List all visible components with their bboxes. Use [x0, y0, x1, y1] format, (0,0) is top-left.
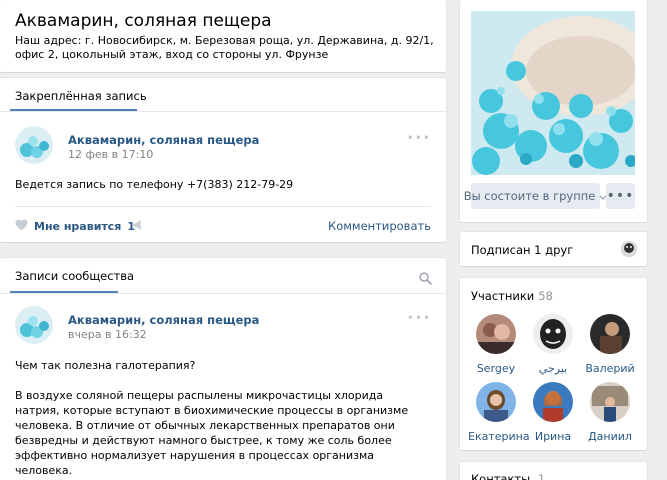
- group-photo-card: Вы состоите в группе •••: [460, 0, 647, 222]
- member-name[interactable]: Ирина: [525, 430, 581, 443]
- post-menu-icon[interactable]: •••: [407, 131, 431, 145]
- member-name[interactable]: Даниил: [582, 430, 638, 443]
- contacts-card[interactable]: Контакты 1: [460, 462, 647, 480]
- tab-pinned-post[interactable]: Закреплённая запись: [15, 89, 147, 103]
- search-icon[interactable]: [419, 272, 432, 288]
- post-paragraph: В воздухе соляной пещеры распылены микро…: [15, 389, 409, 477]
- member-photo[interactable]: [590, 314, 630, 354]
- member-item[interactable]: Ирина: [525, 382, 581, 443]
- contacts-title: Контакты 1: [471, 472, 545, 480]
- like-label: Мне нравится: [34, 220, 122, 233]
- post-text: Ведется запись по телефону +7(383) 212-7…: [15, 178, 294, 191]
- membership-button-label: Вы состоите в группе: [463, 189, 596, 203]
- friends-subscribed-label: Подписан 1 друг: [471, 243, 574, 257]
- contacts-count: 1: [537, 472, 546, 480]
- pinned-post-card: Закреплённая запись Аквамарин, соляная п…: [0, 78, 446, 242]
- member-photo[interactable]: [590, 382, 630, 422]
- members-count: 58: [538, 289, 553, 303]
- member-photo[interactable]: [476, 382, 516, 422]
- share-icon[interactable]: [131, 219, 144, 234]
- group-title: Аквамарин, соляная пещера: [15, 11, 272, 31]
- divider: [0, 111, 446, 112]
- member-name[interactable]: Валерий: [582, 362, 638, 375]
- member-photo[interactable]: [533, 314, 573, 354]
- post-text: Чем так полезна галотерапия? В воздухе с…: [15, 358, 430, 480]
- friend-avatar[interactable]: [621, 241, 637, 257]
- post-paragraph: Чем так полезна галотерапия?: [15, 359, 196, 372]
- member-photo[interactable]: [476, 314, 516, 354]
- tab-community-posts[interactable]: Записи сообщества: [15, 269, 134, 283]
- membership-button[interactable]: Вы состоите в группе: [464, 183, 607, 209]
- member-name[interactable]: Екатерина: [468, 430, 530, 443]
- comment-button[interactable]: Комментировать: [328, 219, 431, 233]
- post-menu-icon[interactable]: •••: [407, 311, 431, 325]
- more-actions-button[interactable]: •••: [606, 183, 635, 209]
- post-author[interactable]: Аквамарин, соляная пещера: [68, 313, 259, 327]
- member-item[interactable]: Даниил: [582, 382, 638, 443]
- more-icon: •••: [606, 188, 635, 204]
- members-title-label: Участники: [471, 289, 535, 303]
- member-item[interactable]: Sergey: [468, 314, 524, 375]
- friends-subscribed-card[interactable]: Подписан 1 друг: [460, 232, 647, 266]
- member-name[interactable]: بيرجي: [525, 362, 581, 375]
- community-posts-card: Записи сообщества Аквамарин, соляная пещ…: [0, 258, 446, 480]
- divider: [0, 293, 446, 294]
- heart-icon: [15, 219, 28, 234]
- members-title[interactable]: Участники 58: [471, 289, 553, 303]
- group-cover-photo[interactable]: [471, 11, 635, 175]
- member-item[interactable]: بيرجي: [525, 314, 581, 375]
- post-date[interactable]: вчера в 16:32: [68, 328, 147, 341]
- group-address: Наш адрес: г. Новосибирск, м. Березовая …: [15, 34, 434, 61]
- group-header-card: Аквамарин, соляная пещера Наш адрес: г. …: [0, 0, 446, 72]
- member-photo[interactable]: [533, 382, 573, 422]
- post-author-avatar[interactable]: [15, 306, 53, 344]
- member-item[interactable]: Екатерина: [468, 382, 530, 443]
- contacts-title-label: Контакты: [471, 472, 531, 480]
- post-author[interactable]: Аквамарин, соляная пещера: [68, 133, 259, 147]
- member-name[interactable]: Sergey: [468, 362, 524, 375]
- members-card: Участники 58 Sergey بيرجي Валерий Екатери…: [460, 278, 647, 450]
- like-button[interactable]: Мне нравится 1: [15, 219, 135, 234]
- divider: [15, 206, 431, 207]
- post-date[interactable]: 12 фев в 17:10: [68, 148, 153, 161]
- post-author-avatar[interactable]: [15, 126, 53, 164]
- member-item[interactable]: Валерий: [582, 314, 638, 375]
